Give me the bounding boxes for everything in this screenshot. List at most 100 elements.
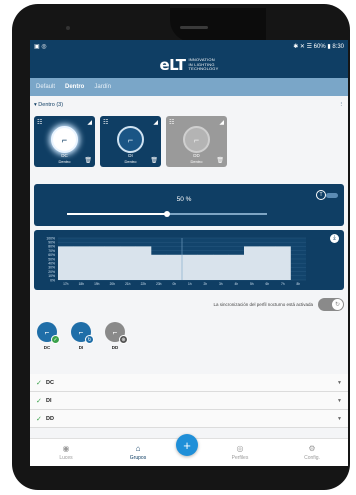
chart-x-tick: 20h: [110, 282, 116, 286]
trash-icon[interactable]: 🗑: [84, 157, 92, 164]
status-badge: ✓: [51, 335, 60, 344]
logo-tagline: INNOVATION IN LIGHTING TECHNOLOGY: [188, 57, 219, 72]
chevron-down-icon[interactable]: ▼: [337, 398, 342, 404]
list-item-label: DC: [46, 379, 54, 386]
sync-row: La sincronización del perfil nocturno es…: [34, 296, 344, 312]
trash-icon[interactable]: 🗑: [150, 157, 158, 164]
nav-label: Grupos: [129, 455, 147, 461]
chart-x-tick: 2h: [203, 282, 207, 286]
signal-icon: ◢: [219, 120, 224, 126]
nav-luces[interactable]: ◉ Luces: [41, 444, 91, 461]
trash-icon[interactable]: 🗑: [216, 157, 224, 164]
device-label: DC: [43, 345, 51, 350]
chart-step-1h: [182, 254, 198, 280]
chart-y-tick: 0%: [50, 278, 55, 282]
nav-perfiles[interactable]: ◎ Perfiles: [215, 444, 265, 461]
chevron-down-icon[interactable]: ▼: [337, 416, 342, 422]
light-card-dd[interactable]: ☷ ◢ ⌐ DD Dentro 🗑: [166, 116, 227, 167]
chart-step-7h: [275, 246, 291, 280]
light-card-dc[interactable]: ☷ ◢ ⌐ DC Dentro 🗑: [34, 116, 95, 167]
more-options-icon[interactable]: ⋮: [339, 102, 345, 108]
chart-x-tick: 7h: [281, 282, 285, 286]
sliders-icon[interactable]: ☷: [37, 119, 42, 126]
light-cards: ☷ ◢ ⌐ DC Dentro 🗑 ☷ ◢ ⌐ DI Dentro 🗑 ☷ ◢ …: [34, 116, 227, 167]
group-tabs: Default Dentro Jardín: [30, 78, 348, 96]
chart-step-6h: [259, 246, 276, 280]
dimmer-slider[interactable]: [67, 211, 267, 217]
check-icon: ✓: [36, 379, 42, 387]
light-card-di[interactable]: ☷ ◢ ⌐ DI Dentro 🗑: [100, 116, 161, 167]
chart-x-tick: 3h: [219, 282, 223, 286]
device-item-dc[interactable]: ⌐ ✓ DC: [36, 322, 60, 350]
nav-label: Perfiles: [231, 455, 249, 461]
list-item[interactable]: ✓ DC ▼: [30, 374, 348, 392]
chart-step-18h: [73, 246, 90, 280]
check-icon: ✓: [36, 415, 42, 423]
lamp-icon: ⌐: [51, 126, 78, 153]
lamp-icon: ⌐ ⊕: [105, 322, 128, 344]
tab-dentro[interactable]: Dentro: [65, 84, 84, 90]
chevron-down-icon[interactable]: ▼: [337, 380, 342, 386]
slider-thumb[interactable]: [164, 211, 170, 217]
sync-icon: ↻: [332, 298, 343, 310]
logo-mark: eLT: [159, 56, 186, 74]
chart-canvas: 100%90%80%70%60%50%40%30%20%10%0%17h 18h 1…: [46, 236, 306, 286]
status-badge: ↻: [85, 335, 94, 344]
chart-x-tick: 23h: [156, 282, 162, 286]
chart-step-21h: [120, 246, 136, 280]
nav-grupos[interactable]: ⌂ Grupos: [113, 444, 163, 461]
chart-x-tick: 17h: [63, 282, 69, 286]
lamp-icon: ⌐ ✓: [37, 322, 60, 344]
slider-fill: [67, 213, 167, 215]
chart-x-tick: 18h: [79, 282, 85, 286]
chart-x-tick: 22h: [141, 282, 147, 286]
list-item[interactable]: ✓ DD ▼: [30, 410, 348, 428]
add-button[interactable]: +: [176, 434, 198, 456]
chart-x-tick: 4h: [234, 282, 238, 286]
chart-step-4h: [228, 254, 245, 280]
nav-config[interactable]: ⚙ Config.: [287, 444, 337, 461]
nav-icon: ⚙: [308, 444, 316, 453]
status-left-icons: ▣ ◎: [34, 43, 47, 50]
dimmer-panel: 50 % T: [34, 184, 344, 226]
front-camera: [66, 26, 70, 30]
list-item-label: DD: [46, 415, 54, 422]
chart-step-3h: [213, 254, 229, 280]
tablet-notch: [170, 8, 266, 42]
timer-icon: T: [316, 190, 326, 200]
status-bar: ▣ ◎ ✱ ✕ ☰ 60% ▮ 8:30: [30, 40, 348, 52]
download-icon[interactable]: ⤓: [330, 234, 339, 243]
device-list: ⌐ ✓ DC ⌐ ↻ DI ⌐ ⊕ DD: [36, 322, 128, 350]
night-profile-chart: 100% 90% 80% 70% 60% 50% 40% 30% 20% 10% 0% 17h 18h 1…: [34, 230, 344, 290]
sliders-icon[interactable]: ☷: [169, 119, 174, 126]
device-label: DI: [78, 345, 84, 350]
group-header[interactable]: ▾ Dentro (3) ⋮: [34, 100, 344, 110]
device-item-di[interactable]: ⌐ ↻ DI: [70, 322, 94, 350]
chart-x-tick: 21h: [125, 282, 131, 286]
sliders-icon[interactable]: ☷: [103, 119, 108, 126]
chart-x-tick: 19h: [94, 282, 100, 286]
chart-step-17h: [58, 246, 74, 280]
list-item[interactable]: ✓ DI ▼: [30, 392, 348, 410]
chart-step-2h: [197, 254, 214, 280]
chart-x-tick: 8h: [296, 282, 300, 286]
chart-step-22h: [135, 246, 152, 280]
chart-step-23h: [151, 254, 167, 280]
nav-label: Config.: [304, 455, 320, 461]
tab-jardin[interactable]: Jardín: [94, 84, 111, 90]
chart-x-tick: 1h: [188, 282, 192, 286]
chart-step-0h: [166, 254, 183, 280]
tab-default[interactable]: Default: [36, 84, 55, 90]
lamp-icon: ⌐ ↻: [71, 322, 94, 344]
device-item-dd[interactable]: ⌐ ⊕ DD: [104, 322, 128, 350]
chart-x-tick: 0h: [172, 282, 176, 286]
nav-icon: ◉: [62, 444, 70, 453]
chart-x-tick: 5h: [250, 282, 254, 286]
app-header: eLT INNOVATION IN LIGHTING TECHNOLOGY: [30, 52, 348, 78]
signal-icon: ◢: [87, 120, 92, 126]
sync-text: La sincronización del perfil nocturno es…: [213, 301, 313, 307]
sync-toggle[interactable]: ↻: [318, 297, 344, 311]
signal-icon: ◢: [153, 120, 158, 126]
dimmer-toggle[interactable]: T: [316, 190, 338, 200]
nav-icon: ⌂: [135, 444, 141, 453]
